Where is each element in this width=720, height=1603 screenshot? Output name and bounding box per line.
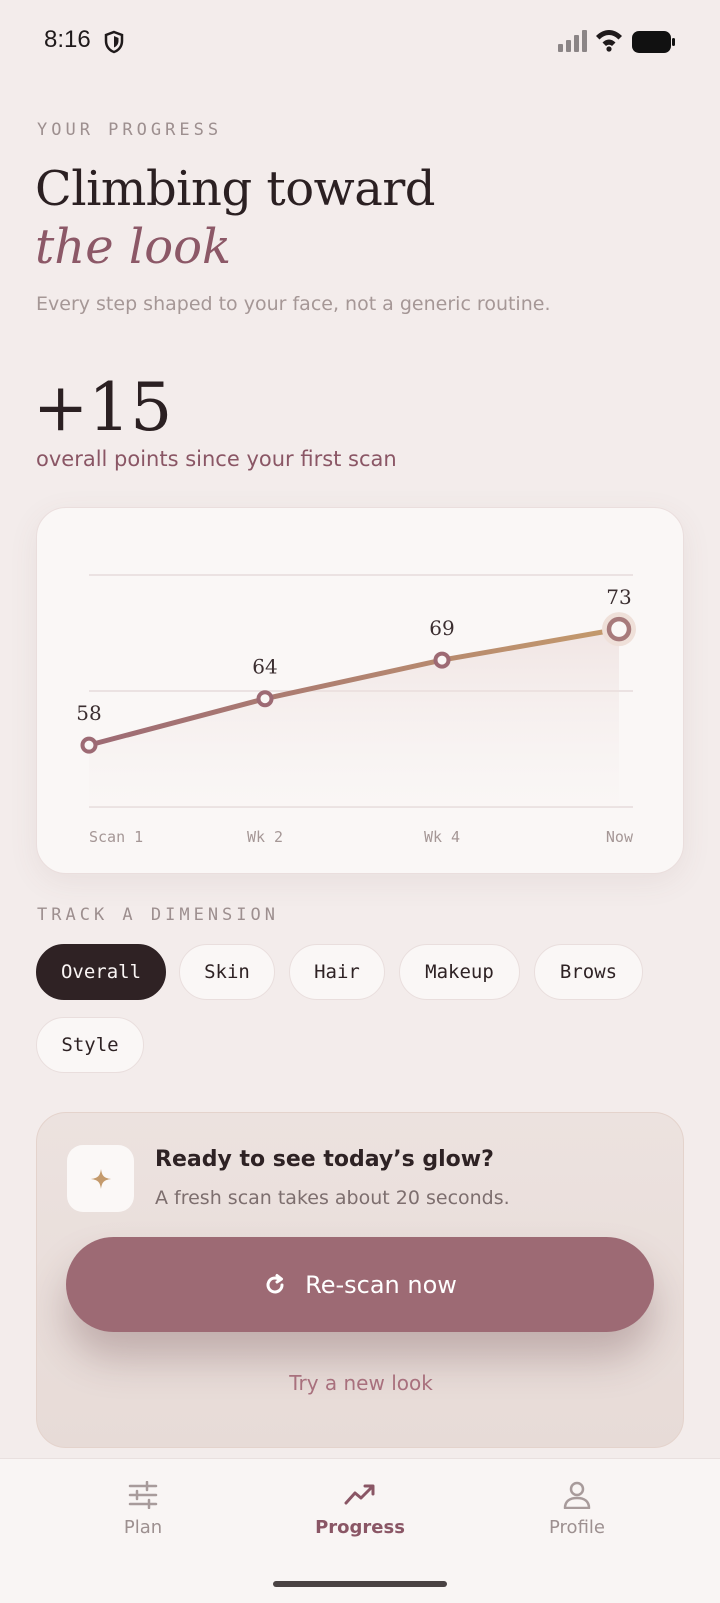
chart-x-tick-4: Now xyxy=(606,828,634,846)
chart-data-label-3: 69 xyxy=(429,616,454,640)
rescan-button[interactable]: Re-scan now xyxy=(66,1237,654,1332)
person-icon xyxy=(563,1481,591,1509)
dimension-heading: TRACK A DIMENSION xyxy=(37,905,279,925)
sparkle-icon xyxy=(67,1145,134,1212)
nav-plan-label: Plan xyxy=(123,1517,163,1538)
nav-profile[interactable]: Profile xyxy=(507,1481,647,1538)
chip-hair[interactable]: Hair xyxy=(289,944,385,1000)
chart-area-fill xyxy=(89,629,619,807)
try-new-look-link[interactable]: Try a new look xyxy=(37,1371,683,1395)
points-delta: +15 xyxy=(33,369,173,446)
chart-point-1 xyxy=(80,736,98,754)
chip-style[interactable]: Style xyxy=(36,1017,144,1073)
progress-eyebrow: YOUR PROGRESS xyxy=(37,120,223,140)
chip-makeup[interactable]: Makeup xyxy=(399,944,520,1000)
nav-progress-label: Progress xyxy=(315,1517,405,1538)
battery-icon xyxy=(632,31,675,53)
chart-point-4 xyxy=(606,616,632,642)
chart-x-tick-3: Wk 4 xyxy=(424,828,460,846)
nav-profile-label: Profile xyxy=(549,1517,605,1538)
points-caption: overall points since your first scan xyxy=(36,447,397,471)
chart-data-label-4: 73 xyxy=(606,585,631,609)
chart-point-3 xyxy=(433,651,451,669)
chip-skin[interactable]: Skin xyxy=(179,944,275,1000)
trending-up-icon xyxy=(344,1484,375,1505)
shield-icon xyxy=(104,30,124,54)
signal-icon xyxy=(558,30,587,52)
chart-x-tick-1: Scan 1 xyxy=(89,828,143,846)
page-title-emphasis: the look xyxy=(35,219,232,275)
rescan-button-label: Re-scan now xyxy=(305,1270,457,1299)
page-title: Climbing toward xyxy=(35,161,435,217)
rescan-card-subtitle: A fresh scan takes about 20 seconds. xyxy=(155,1187,510,1209)
chip-brows[interactable]: Brows xyxy=(534,944,643,1000)
status-time: 8:16 xyxy=(44,26,91,53)
refresh-icon xyxy=(266,1273,284,1293)
nav-plan[interactable]: Plan xyxy=(73,1481,213,1538)
page-subtitle: Every step shaped to your face, not a ge… xyxy=(36,293,551,315)
rescan-card: Ready to see today’s glow? A fresh scan … xyxy=(36,1112,684,1448)
rescan-card-title: Ready to see today’s glow? xyxy=(155,1147,494,1172)
sliders-icon xyxy=(128,1481,158,1509)
wifi-icon xyxy=(596,30,622,52)
status-bar: 8:16 xyxy=(0,0,720,84)
chart-data-label-2: 64 xyxy=(252,655,277,679)
chart-x-tick-2: Wk 2 xyxy=(247,828,283,846)
chart-data-label-1: 58 xyxy=(76,701,101,725)
home-indicator xyxy=(273,1581,447,1587)
chip-overall[interactable]: Overall xyxy=(36,944,166,1000)
nav-progress[interactable]: Progress xyxy=(290,1481,430,1538)
chart-point-2 xyxy=(256,690,274,708)
progress-chart: 58 Scan 1 64 Wk 2 69 Wk 4 73 Now xyxy=(76,574,636,846)
progress-chart-card: 58 Scan 1 64 Wk 2 69 Wk 4 73 Now xyxy=(36,507,684,874)
